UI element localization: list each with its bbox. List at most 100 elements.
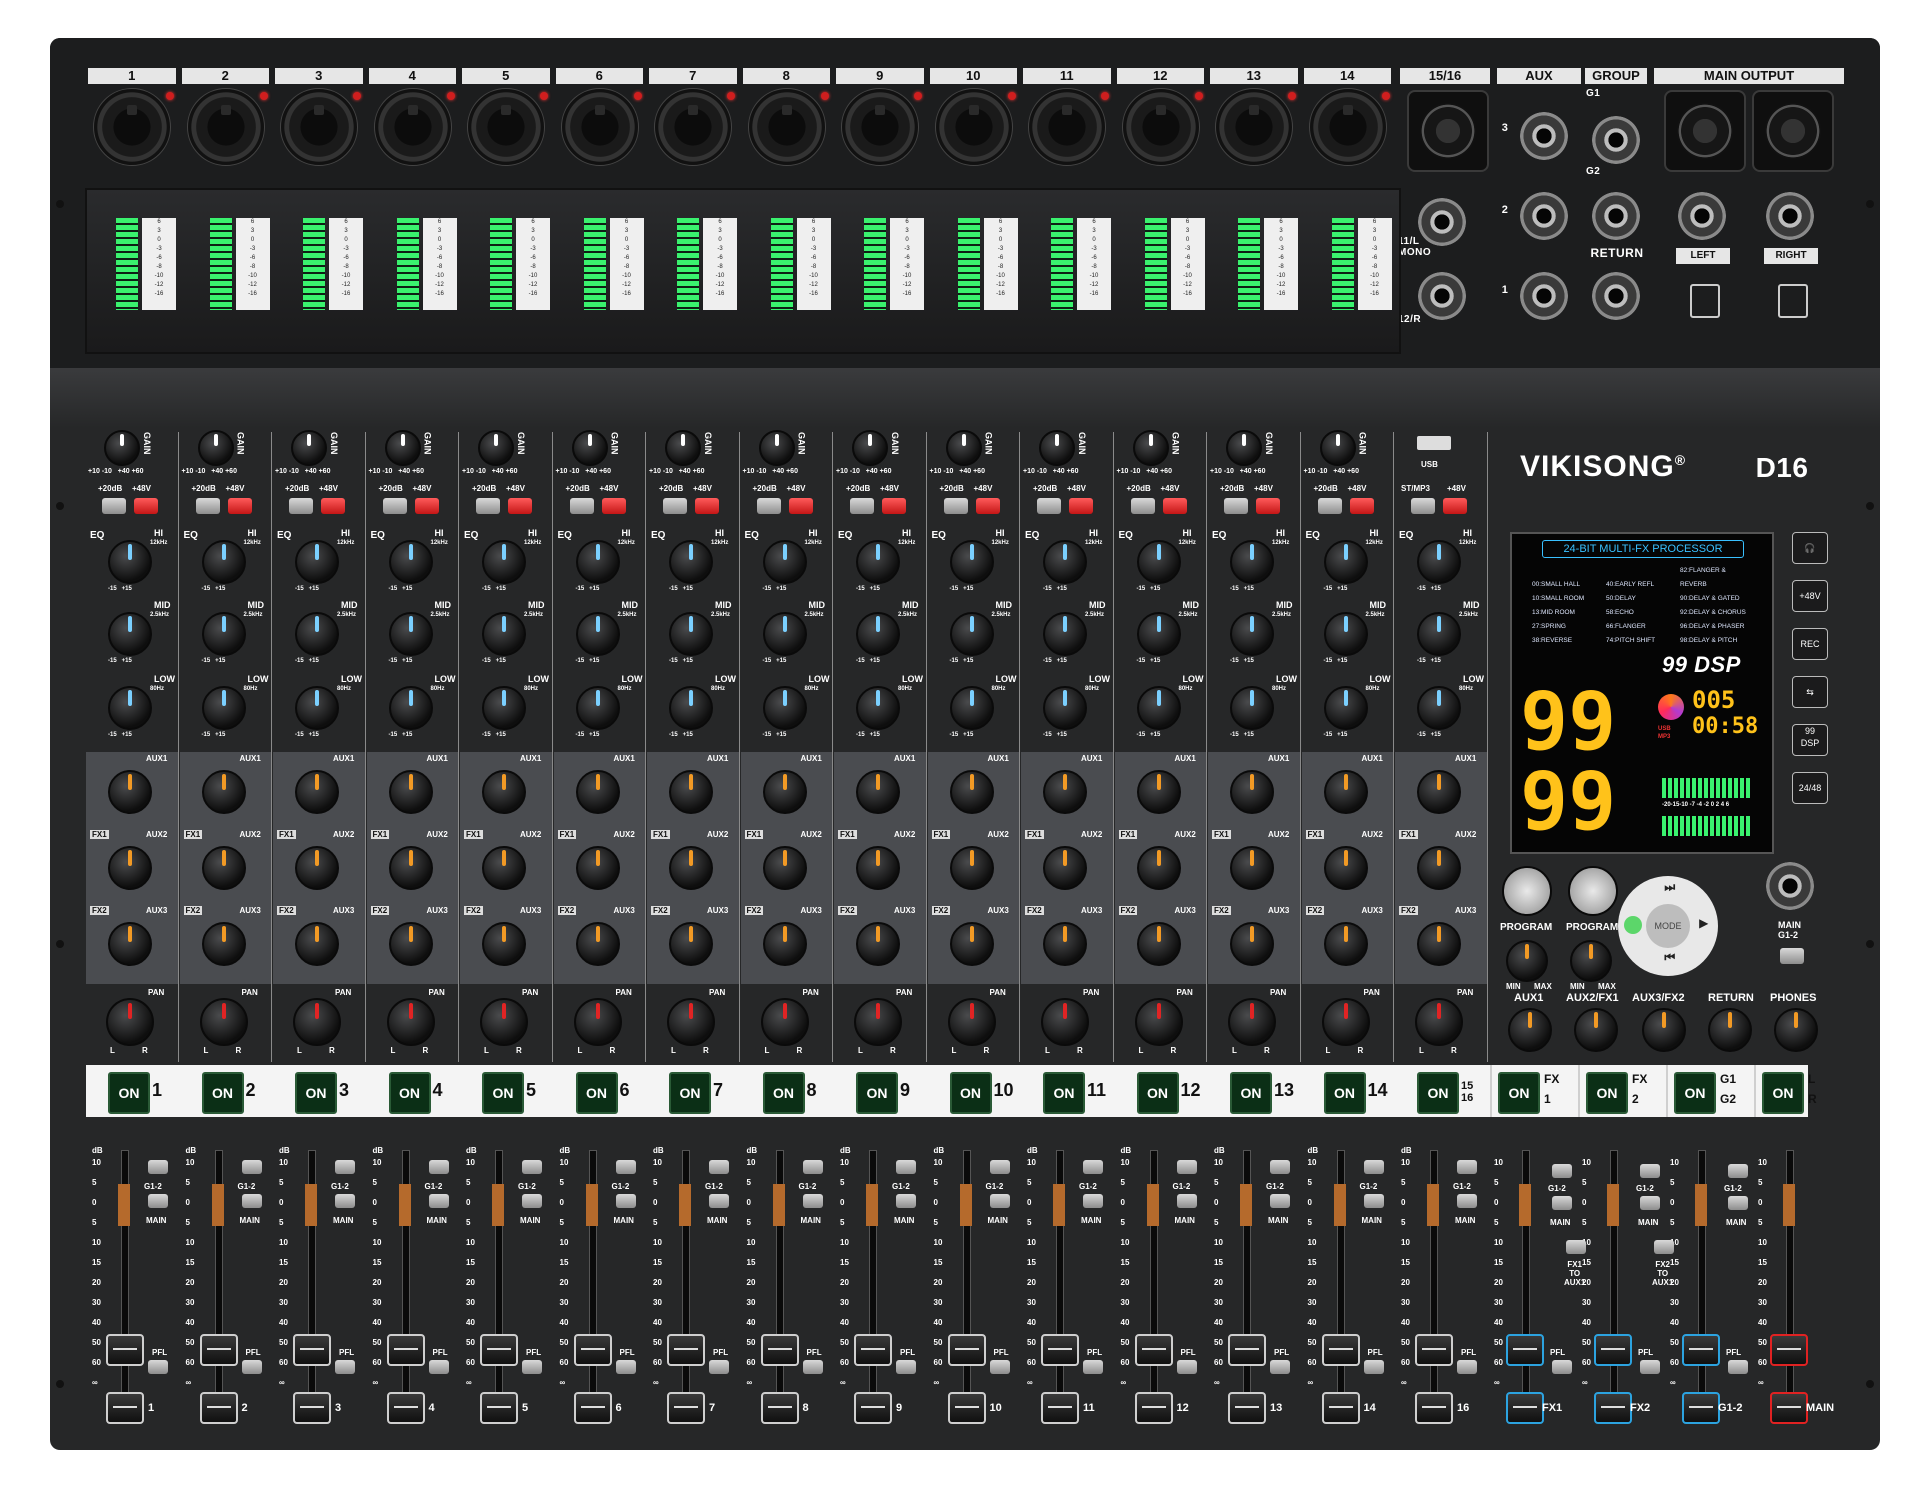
fx1-return-knob[interactable]	[1506, 940, 1548, 982]
send-aux1-knob[interactable]	[856, 770, 900, 814]
send-aux2-knob[interactable]	[856, 846, 900, 890]
main-assign-button[interactable]	[802, 1194, 823, 1208]
eq-mid-knob[interactable]	[669, 612, 713, 656]
gain-knob[interactable]	[197, 430, 234, 466]
channel-on-button[interactable]: ON	[1043, 1072, 1085, 1114]
pfl-button[interactable]	[802, 1360, 823, 1374]
pad-button[interactable]	[1224, 498, 1248, 514]
channel-mute-cap[interactable]	[854, 1392, 892, 1424]
pan-knob[interactable]	[386, 998, 435, 1046]
phantom-button[interactable]	[1443, 498, 1467, 514]
send-aux2-knob[interactable]	[295, 846, 339, 890]
eq-hi-knob[interactable]	[669, 540, 713, 584]
eq-mid-knob[interactable]	[1230, 612, 1274, 656]
main-assign-button[interactable]	[989, 1194, 1010, 1208]
pad-button[interactable]	[1037, 498, 1061, 514]
channel-mute-cap[interactable]	[947, 1392, 986, 1424]
eq-low-knob[interactable]	[1043, 686, 1087, 730]
send-aux1-knob[interactable]	[1136, 770, 1181, 814]
send-aux3-knob[interactable]	[108, 922, 152, 966]
eq-low-knob[interactable]	[1323, 686, 1368, 730]
eq-mid-knob[interactable]	[201, 612, 246, 656]
channel-on-button[interactable]: ON	[482, 1072, 524, 1114]
pan-knob[interactable]	[573, 998, 622, 1046]
send-aux1-knob[interactable]	[388, 770, 433, 814]
channel-fader[interactable]	[854, 1334, 892, 1366]
g12-assign-button[interactable]	[1083, 1160, 1103, 1174]
phantom-button[interactable]	[695, 498, 719, 514]
gain-knob[interactable]	[758, 430, 795, 466]
send-aux1-knob[interactable]	[762, 770, 807, 814]
pfl-button[interactable]	[1728, 1360, 1748, 1374]
send-aux2-knob[interactable]	[482, 846, 526, 890]
repeat-icon[interactable]	[1624, 916, 1642, 934]
combo-input-jack[interactable]	[280, 88, 358, 166]
pfl-button[interactable]	[1363, 1360, 1384, 1374]
pfl-button[interactable]	[1552, 1360, 1572, 1374]
eq-hi-knob[interactable]	[108, 540, 152, 584]
pan-knob[interactable]	[480, 998, 528, 1046]
eq-mid-knob[interactable]	[388, 612, 433, 656]
combo-input-jack[interactable]	[93, 88, 171, 166]
aux2-master-knob[interactable]	[1574, 1008, 1618, 1052]
master-on-button[interactable]: ON	[1762, 1072, 1804, 1114]
eq-hi-knob[interactable]	[1136, 540, 1181, 584]
channel-on-button[interactable]: ON	[669, 1072, 711, 1114]
send-aux1-knob[interactable]	[949, 770, 994, 814]
gain-knob[interactable]	[571, 430, 608, 466]
send-aux1-knob[interactable]	[575, 770, 620, 814]
channel-on-button[interactable]: ON	[295, 1072, 337, 1114]
main-assign-button[interactable]	[1728, 1196, 1748, 1210]
eq-low-knob[interactable]	[1136, 686, 1181, 730]
channel-mute-cap[interactable]	[1041, 1392, 1079, 1424]
gain-knob[interactable]	[1039, 430, 1075, 466]
combo-input-jack[interactable]	[373, 88, 452, 166]
pad-button[interactable]	[382, 498, 407, 514]
pad-button[interactable]	[943, 498, 968, 514]
pan-knob[interactable]	[947, 998, 996, 1046]
channel-mute-cap[interactable]	[573, 1392, 612, 1424]
eq-mid-knob[interactable]	[1043, 612, 1087, 656]
channel-fader[interactable]	[947, 1334, 986, 1366]
send-aux3-knob[interactable]	[949, 922, 994, 966]
channel-fader[interactable]	[573, 1334, 612, 1366]
channel-mute-cap[interactable]	[199, 1392, 238, 1424]
master-fader-cap[interactable]	[1594, 1392, 1632, 1424]
send-aux2-knob[interactable]	[1230, 846, 1274, 890]
phantom-button[interactable]	[1069, 498, 1093, 514]
main-left-jack[interactable]	[1678, 192, 1726, 240]
eq-hi-knob[interactable]	[856, 540, 900, 584]
gain-knob[interactable]	[1226, 430, 1262, 466]
send-aux3-knob[interactable]	[201, 922, 246, 966]
next-icon[interactable]: ⏭	[1660, 880, 1680, 895]
pfl-button[interactable]	[615, 1360, 636, 1374]
g12-assign-button[interactable]	[335, 1160, 355, 1174]
pan-knob[interactable]	[1041, 998, 1089, 1046]
phantom-button[interactable]	[227, 498, 252, 514]
play-pause-icon[interactable]: ▶	[1694, 916, 1714, 930]
send-aux1-knob[interactable]	[201, 770, 246, 814]
pfl-button[interactable]	[989, 1360, 1010, 1374]
eq-low-knob[interactable]	[856, 686, 900, 730]
channel-fader[interactable]	[386, 1334, 425, 1366]
g12-assign-button[interactable]	[1640, 1164, 1660, 1178]
send-aux2-knob[interactable]	[1136, 846, 1181, 890]
channel-mute-cap[interactable]	[1228, 1392, 1266, 1424]
g12-assign-button[interactable]	[896, 1160, 916, 1174]
channel-on-button[interactable]: ON	[1230, 1072, 1272, 1114]
phantom-button[interactable]	[1162, 498, 1187, 514]
g12-assign-button[interactable]	[1176, 1160, 1197, 1174]
channel-fader[interactable]	[199, 1334, 238, 1366]
eq-hi-knob[interactable]	[575, 540, 620, 584]
channel-mute-cap[interactable]	[667, 1392, 705, 1424]
pfl-button[interactable]	[896, 1360, 916, 1374]
g12-assign-button[interactable]	[148, 1160, 168, 1174]
channel-mute-cap[interactable]	[1321, 1392, 1360, 1424]
pan-knob[interactable]	[667, 998, 715, 1046]
eq-low-knob[interactable]	[482, 686, 526, 730]
master-fader-cap[interactable]	[1506, 1392, 1544, 1424]
g12-assign-button[interactable]	[615, 1160, 636, 1174]
aux2-out-jack[interactable]	[1520, 192, 1568, 240]
phones-source-button[interactable]	[1780, 948, 1804, 964]
eq-hi-knob[interactable]	[1417, 540, 1461, 584]
